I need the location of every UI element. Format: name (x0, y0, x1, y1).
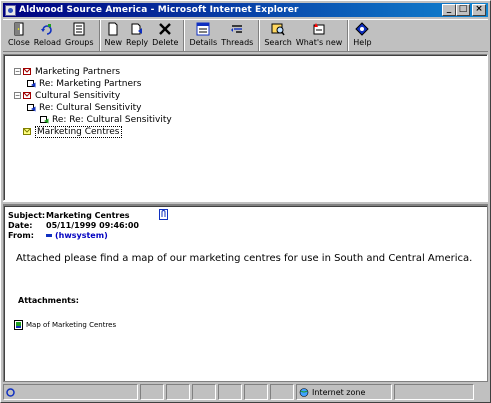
ie-app-icon[interactable] (5, 4, 16, 16)
toolbar-group-message: New Reply Delete (103, 20, 185, 51)
tree-item-re-cultural-sensitivity[interactable]: Re: Cultural Sensitivity (27, 102, 141, 113)
tree-item-cultural-sensitivity[interactable]: − Cultural Sensitivity (14, 90, 120, 101)
tree-item-marketing-partners[interactable]: − Marketing Partners (14, 66, 120, 77)
threads-icon (231, 25, 243, 33)
reply-message-icon (27, 80, 36, 88)
toolbar-group-help: Help (351, 20, 376, 51)
subject-row: Subject: Marketing Centres (8, 211, 130, 220)
ie-status-icon (6, 387, 15, 397)
status-cell-1 (140, 384, 164, 400)
threads-button[interactable]: Threads (219, 20, 255, 51)
status-cell-5 (244, 384, 268, 400)
reply-icon (131, 23, 143, 35)
help-icon (355, 22, 370, 36)
whats-new-button[interactable]: What's new (294, 20, 344, 51)
new-document-icon (108, 22, 118, 36)
close-button[interactable]: Close (6, 20, 32, 51)
reply-reply-message-icon (40, 116, 49, 124)
zone-label: Internet zone (312, 387, 366, 397)
title-bar[interactable]: Aldwood Source America - Microsoft Inter… (3, 3, 488, 17)
date-row: Date: 05/11/1999 09:46:00 (8, 221, 139, 230)
tree-item-re-re-cultural-sensitivity[interactable]: Re: Re: Cultural Sensitivity (40, 114, 172, 125)
subject-label: Subject: (8, 211, 46, 220)
attachment-link[interactable]: Map of Marketing Centres (14, 320, 116, 330)
reply-button[interactable]: Reply (124, 20, 150, 51)
whats-new-icon (313, 23, 325, 35)
message-pane: Subject: Marketing Centres Date: 05/11/1… (3, 205, 488, 382)
minimize-button[interactable]: _ (442, 4, 456, 16)
attachment-name: Map of Marketing Centres (26, 321, 117, 329)
date-label: Date: (8, 221, 33, 230)
paperclip-attachment-icon[interactable] (159, 209, 168, 220)
close-window-button[interactable]: × (472, 4, 486, 16)
status-zone: Internet zone (296, 384, 392, 400)
thread-open-icon (23, 92, 31, 99)
details-button[interactable]: Details (187, 20, 219, 51)
status-cell-4 (218, 384, 242, 400)
status-main (3, 384, 138, 400)
thread-tree-pane[interactable]: − Marketing Partners Re: Marketing Partn… (3, 54, 488, 201)
status-cell-6 (270, 384, 294, 400)
toolbar-group-view: Details Threads (187, 20, 260, 51)
message-body: Attached please find a map of our market… (16, 253, 473, 264)
tree-item-re-marketing-partners[interactable]: Re: Marketing Partners (27, 78, 141, 89)
maximize-button[interactable]: □ (456, 4, 470, 16)
details-icon (196, 22, 210, 36)
browser-window: Aldwood Source America - Microsoft Inter… (0, 0, 491, 403)
close-door-icon (14, 22, 24, 36)
from-row: From: (hwsystem) (8, 231, 108, 240)
message-attachment-icon (23, 128, 31, 135)
groups-button[interactable]: Groups (63, 20, 96, 51)
groups-icon (73, 22, 85, 36)
globe-zone-icon (299, 387, 309, 397)
status-bar: Internet zone (3, 384, 488, 400)
new-button[interactable]: New (103, 20, 124, 51)
toolbar: Close Reload Groups New Reply Delete Det… (3, 19, 488, 52)
thread-open-icon (23, 68, 31, 75)
date-value: 05/11/1999 09:46:00 (46, 221, 139, 230)
toolbar-group-navigation: Close Reload Groups (6, 20, 100, 51)
sender-icon (46, 234, 52, 237)
status-cell-2 (166, 384, 190, 400)
window-title: Aldwood Source America - Microsoft Inter… (19, 5, 299, 15)
toolbar-group-find: Search What's new (262, 20, 349, 51)
window-controls: _ □ × (442, 4, 486, 16)
reload-icon (41, 24, 53, 35)
reply-message-icon (27, 104, 36, 112)
collapse-toggle[interactable]: − (14, 68, 21, 75)
from-label: From: (8, 231, 34, 240)
status-cell-3 (192, 384, 216, 400)
delete-button[interactable]: Delete (150, 20, 180, 51)
tree-item-marketing-centres[interactable]: Marketing Centres (23, 125, 122, 138)
attachment-file-icon (14, 320, 23, 330)
sender-link[interactable]: (hwsystem) (55, 231, 108, 240)
reload-button[interactable]: Reload (32, 20, 63, 51)
attachments-heading: Attachments: (18, 296, 79, 305)
subject-value: Marketing Centres (46, 211, 130, 220)
search-button[interactable]: Search (262, 20, 293, 51)
status-cell-end (394, 384, 474, 400)
collapse-toggle[interactable]: − (14, 92, 21, 99)
help-button[interactable]: Help (351, 20, 373, 51)
delete-x-icon (159, 23, 172, 35)
search-icon (271, 23, 285, 36)
